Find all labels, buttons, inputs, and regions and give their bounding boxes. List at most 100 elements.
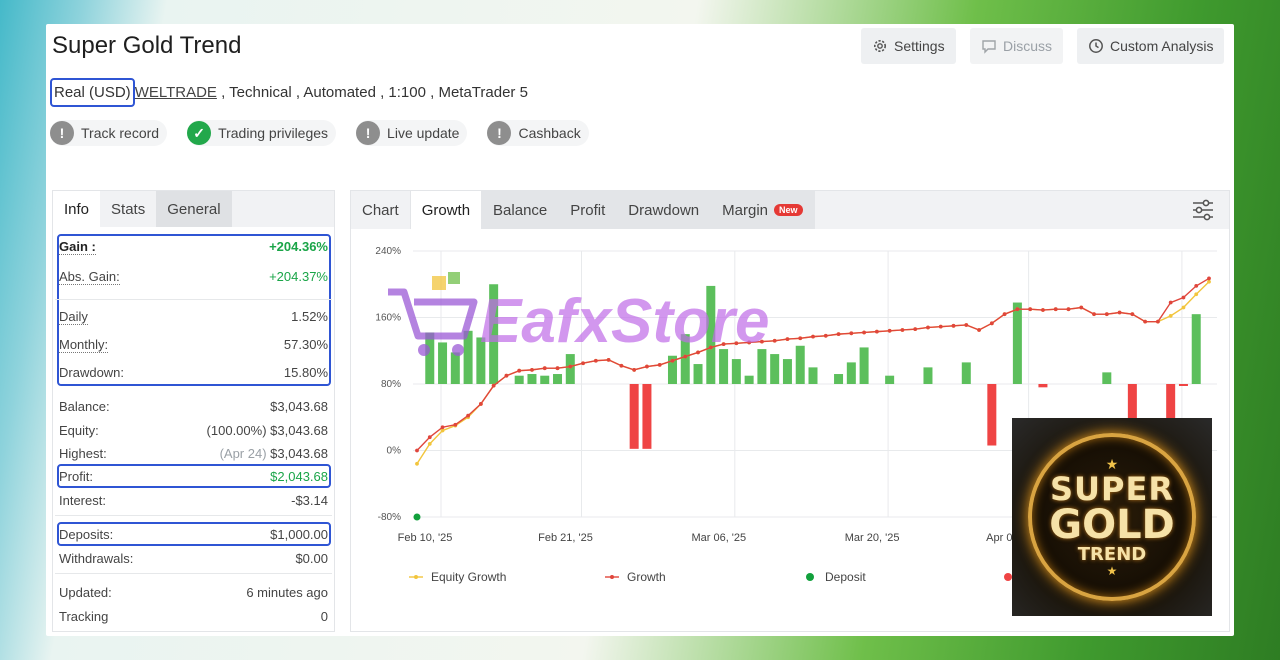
tab-chart[interactable]: Chart xyxy=(351,191,411,229)
growth-point xyxy=(645,364,649,369)
bar-positive xyxy=(553,374,563,384)
row-drawdown: Drawdown: 15.80% xyxy=(59,365,328,380)
bar-positive xyxy=(1012,302,1022,384)
bar-positive xyxy=(834,374,844,384)
growth-point xyxy=(542,366,547,371)
daily-value: 1.52% xyxy=(291,309,328,324)
growth-point xyxy=(1066,307,1071,312)
drawdown-label: Drawdown: xyxy=(59,365,125,380)
row-abs-gain: Abs. Gain: +204.37% xyxy=(59,269,328,285)
equity-label: Equity: xyxy=(59,423,99,438)
growth-point xyxy=(900,328,905,332)
tab-stats[interactable]: Stats xyxy=(100,191,156,227)
tab-info[interactable]: Info xyxy=(53,191,101,227)
equity-point xyxy=(1207,279,1211,284)
legend-swatch-dot xyxy=(610,575,614,579)
growth-point xyxy=(887,328,892,333)
growth-point xyxy=(555,366,560,371)
watermark-text: EafxStore xyxy=(480,287,769,356)
gear-icon xyxy=(874,40,886,52)
growth-point xyxy=(568,364,573,369)
custom-analysis-label: Custom Analysis xyxy=(1110,38,1214,54)
bar-positive xyxy=(859,347,869,384)
highest-value: $3,043.68 xyxy=(270,446,328,461)
product-logo: ★ SUPER GOLD TREND ★ xyxy=(1012,418,1212,616)
growth-point xyxy=(415,448,419,453)
y-tick-label: 240% xyxy=(375,246,401,257)
growth-point xyxy=(989,321,994,326)
badge-label: Trading privileges xyxy=(218,125,329,141)
gain-label: Gain : xyxy=(59,239,96,255)
interest-value: -$3.14 xyxy=(291,493,328,508)
margin-label: Margin xyxy=(722,201,769,219)
bar-positive xyxy=(540,375,550,384)
x-tick-label: Mar 20, '25 xyxy=(845,532,900,544)
growth-point xyxy=(849,331,854,336)
tab-profit[interactable]: Profit xyxy=(559,191,618,229)
abs-gain-label: Abs. Gain: xyxy=(59,269,120,285)
clock-icon xyxy=(1089,39,1103,53)
divider xyxy=(55,299,332,300)
growth-point xyxy=(913,327,918,332)
badge-live-update[interactable]: ! Live update xyxy=(356,120,468,146)
discuss-button[interactable]: Discuss xyxy=(970,28,1064,64)
equity-percent: (100.00%) xyxy=(206,423,267,438)
profit-label: Profit: xyxy=(59,469,93,484)
badge-label: Track record xyxy=(81,125,160,141)
divider xyxy=(55,573,332,574)
broker-link[interactable]: WELTRADE xyxy=(135,84,217,101)
balance-label: Balance: xyxy=(59,399,110,414)
equity-point xyxy=(415,461,419,466)
row-updated: Updated: 6 minutes ago xyxy=(59,585,328,600)
discuss-label: Discuss xyxy=(1003,38,1053,54)
legend-label: Equity Growth xyxy=(431,570,506,584)
tab-margin[interactable]: Margin New xyxy=(711,191,815,229)
tab-growth[interactable]: Growth xyxy=(410,191,483,229)
y-tick-label: 80% xyxy=(381,379,401,390)
settings-button[interactable]: Settings xyxy=(861,28,956,64)
growth-point xyxy=(530,367,534,372)
bar-negative xyxy=(1178,384,1188,386)
equity-point xyxy=(1181,305,1186,310)
equity-point xyxy=(440,428,445,433)
balance-value: $3,043.68 xyxy=(270,399,328,414)
growth-point xyxy=(1002,312,1007,317)
row-balance: Balance: $3,043.68 xyxy=(59,399,328,414)
tab-general[interactable]: General xyxy=(156,191,232,227)
growth-point xyxy=(478,402,483,406)
filter-settings-icon[interactable] xyxy=(1191,199,1215,221)
badge-trading-privileges[interactable]: ✓ Trading privileges xyxy=(187,120,337,146)
bar-positive xyxy=(846,362,856,384)
info-tabs: Info Stats General xyxy=(53,191,334,227)
daily-label: Daily xyxy=(59,309,88,325)
row-tracking: Tracking 0 xyxy=(59,609,328,624)
drawdown-value: 15.80% xyxy=(283,365,328,380)
tracking-label: Tracking xyxy=(59,609,109,624)
logo-line-1: SUPER xyxy=(1050,469,1174,508)
growth-point xyxy=(977,328,981,332)
custom-analysis-button[interactable]: Custom Analysis xyxy=(1077,28,1225,64)
growth-point xyxy=(1104,312,1109,317)
row-deposits: Deposits: $1,000.00 xyxy=(59,527,328,542)
monthly-value: 57.30% xyxy=(283,337,328,352)
badge-track-record[interactable]: ! Track record xyxy=(50,120,168,146)
bar-positive xyxy=(885,375,895,384)
withdrawals-label: Withdrawals: xyxy=(59,551,134,566)
page-title: Super Gold Trend xyxy=(52,32,242,59)
tab-drawdown[interactable]: Drawdown xyxy=(617,191,712,229)
updated-label: Updated: xyxy=(59,585,112,600)
growth-point xyxy=(427,435,432,440)
row-monthly: Monthly: 57.30% xyxy=(59,337,328,353)
bar-positive xyxy=(808,367,818,384)
check-icon: ✓ xyxy=(187,121,212,145)
growth-point xyxy=(1028,307,1033,312)
growth-point xyxy=(951,323,956,328)
bar-positive xyxy=(527,374,537,384)
equity-value: $3,043.68 xyxy=(270,423,328,438)
highest-label: Highest: xyxy=(59,446,107,461)
growth-point xyxy=(811,334,815,339)
tab-balance[interactable]: Balance xyxy=(482,191,560,229)
legend-swatch-dot xyxy=(414,575,418,579)
x-tick-label: Feb 21, '25 xyxy=(538,532,593,544)
badge-cashback[interactable]: ! Cashback xyxy=(487,120,589,146)
